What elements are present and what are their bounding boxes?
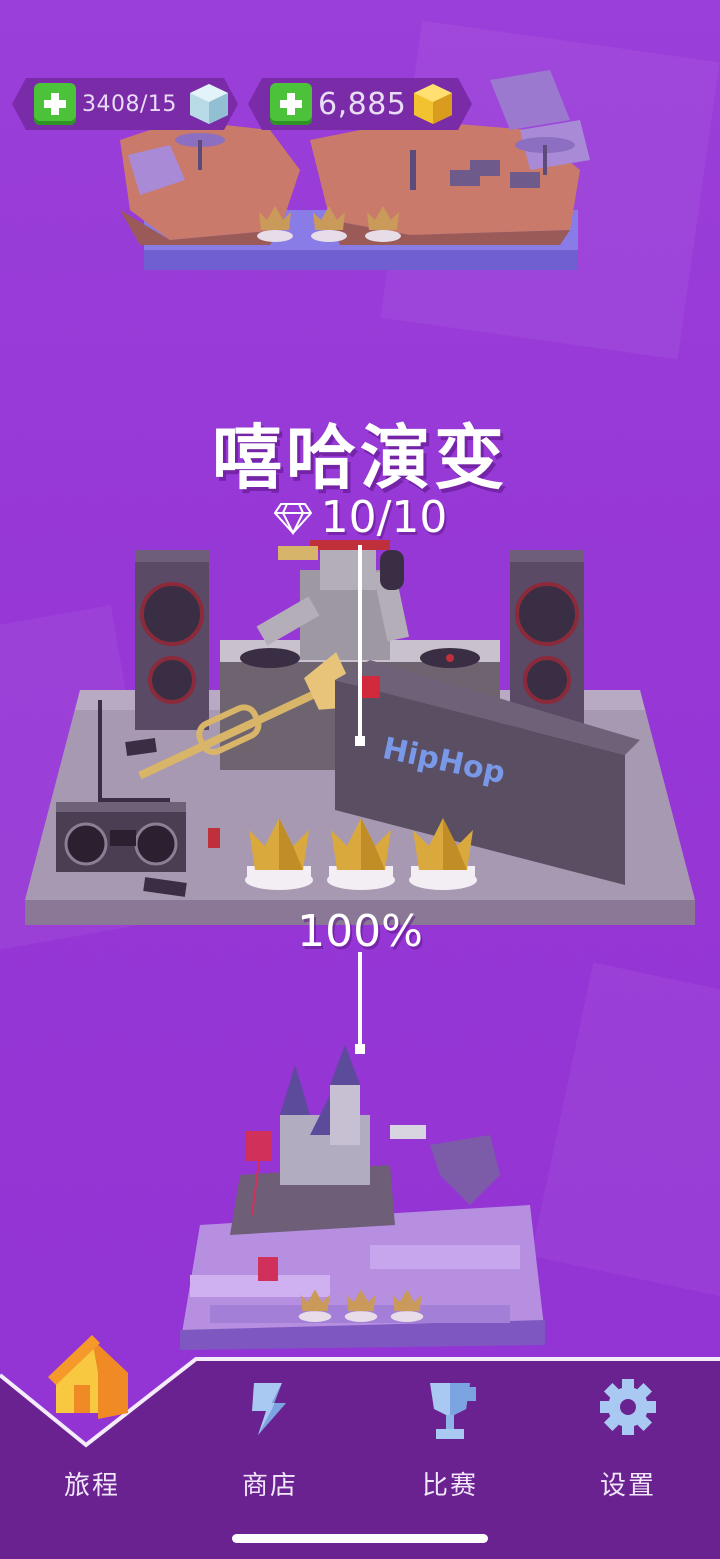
path-dot	[355, 736, 365, 746]
energy-counter: 3408/15	[12, 78, 238, 130]
nav-item-contest[interactable]: 比赛	[380, 1383, 520, 1501]
crown-icon	[409, 818, 477, 890]
nav-item-shop[interactable]: 商店	[200, 1383, 340, 1501]
crown-icon	[365, 206, 401, 242]
gem-value: 6,885	[318, 86, 407, 122]
diamond-icon	[273, 502, 312, 535]
trophy-icon	[430, 1383, 476, 1439]
gold-cube-icon	[412, 82, 454, 126]
path-connector	[358, 952, 362, 1048]
nav-item-settings[interactable]: 设置	[558, 1379, 698, 1501]
crown-icon	[298, 1289, 332, 1322]
nav-item-journey[interactable]: 旅程	[22, 1335, 162, 1501]
castle-crown-row	[296, 1284, 426, 1324]
diamond-count: 10/10	[320, 492, 448, 543]
crown-icon	[257, 206, 293, 242]
add-gems-button[interactable]	[270, 83, 312, 125]
level-progress-percent: 100%	[297, 906, 423, 957]
hiphop-crown-row	[243, 810, 483, 892]
plus-icon	[42, 91, 68, 117]
house-icon	[48, 1335, 128, 1419]
ice-cube-icon	[188, 82, 230, 126]
crown-icon	[327, 818, 395, 890]
gear-icon	[600, 1379, 656, 1435]
shop-icon	[252, 1383, 286, 1435]
crown-icon	[245, 818, 313, 890]
energy-value: 3408/15	[82, 91, 177, 117]
nav-label: 设置	[599, 1471, 656, 1501]
gem-counter: 6,885	[248, 78, 472, 130]
nav-label: 旅程	[63, 1471, 120, 1501]
bottom-nav: 旅程 商店 比赛 设置	[0, 1335, 720, 1559]
level-title: 嘻哈演变	[212, 417, 508, 499]
crown-icon	[311, 206, 347, 242]
crown-icon	[390, 1289, 424, 1322]
crown-icon	[344, 1289, 378, 1322]
plus-icon	[278, 91, 304, 117]
nav-label: 商店	[241, 1471, 298, 1501]
path-connector	[358, 545, 362, 740]
diamond-progress: 10/10	[0, 492, 720, 543]
add-energy-button[interactable]	[34, 83, 76, 125]
home-indicator[interactable]	[232, 1534, 488, 1543]
nav-label: 比赛	[421, 1471, 478, 1501]
savanna-crown-row	[255, 200, 415, 244]
